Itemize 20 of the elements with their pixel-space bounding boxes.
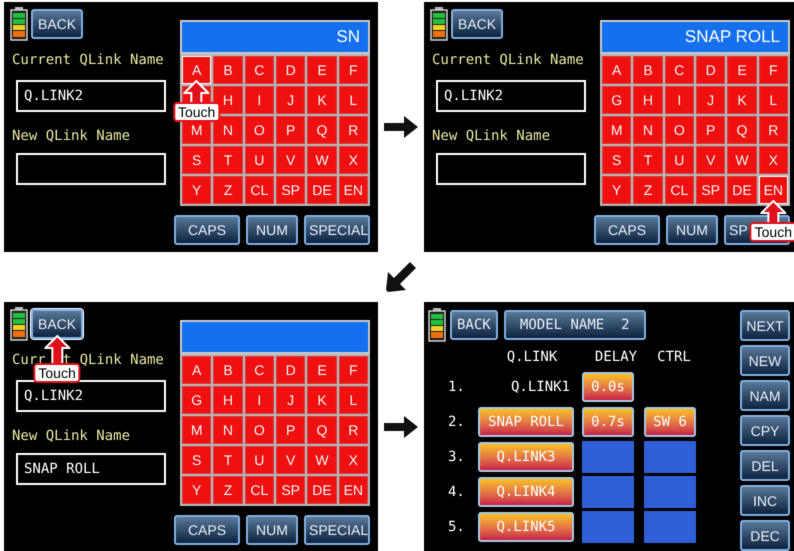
row-number: 4. [447, 482, 466, 502]
column-header: DELAY [594, 348, 638, 366]
touch-tooltip: Touch [172, 102, 220, 122]
touch-tooltip: Touch [33, 363, 81, 383]
field-label: New QLink Name [432, 127, 552, 146]
column-header: CTRL [656, 348, 692, 366]
row-number: 2. [447, 412, 466, 432]
field-label: Current QLink Name [432, 52, 584, 68]
qlink-name: Q.LINK1 [510, 378, 571, 396]
row-number: 3. [447, 448, 466, 466]
text-display: SNAP ROLL [600, 20, 790, 54]
touch-tooltip: Touch [750, 222, 794, 242]
text-display: SN [180, 20, 370, 54]
row-number: 5. [447, 518, 466, 536]
column-header: Q.LINK [506, 348, 558, 366]
screen-title: MODEL NAME 2 [504, 310, 646, 340]
field-label: Current QLink Name [12, 52, 164, 68]
row-number: 1. [447, 378, 466, 396]
field-label: New QLink Name [12, 127, 132, 146]
field-label: New QLink Name [12, 427, 132, 446]
